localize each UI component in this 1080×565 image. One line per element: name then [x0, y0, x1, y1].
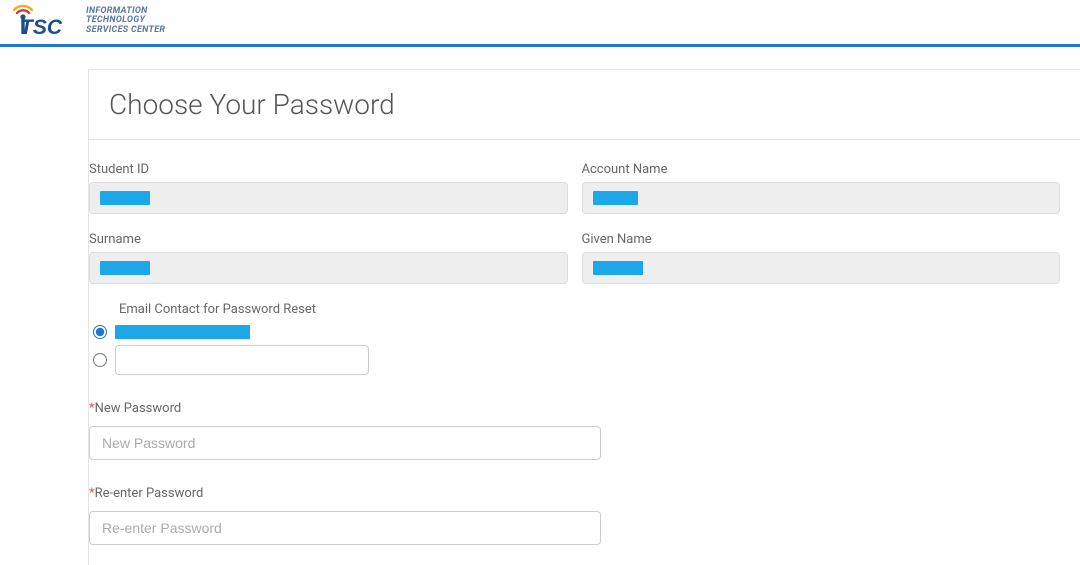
- email-contact-section: Email Contact for Password Reset: [89, 302, 1060, 375]
- given-name-group: Given Name: [582, 232, 1061, 284]
- new-password-input[interactable]: [89, 426, 601, 460]
- given-name-label: Given Name: [582, 232, 1061, 247]
- account-name-value: [582, 182, 1061, 214]
- svg-text:TSC: TSC: [20, 16, 63, 38]
- email-option-2-input[interactable]: [115, 345, 369, 375]
- student-id-value: [89, 182, 568, 214]
- account-name-label: Account Name: [582, 162, 1061, 177]
- student-id-group: Student ID: [89, 162, 568, 214]
- page-header: TSC INFORMATION TECHNOLOGY SERVICES CENT…: [0, 0, 1080, 47]
- panel-header: Choose Your Password: [89, 70, 1080, 140]
- reenter-password-group: *Re-enter Password: [89, 486, 1060, 545]
- email-option-2: [89, 345, 1060, 375]
- email-option-1-label-redacted: [115, 325, 250, 339]
- page-title: Choose Your Password: [109, 88, 1060, 121]
- student-id-label: Student ID: [89, 162, 568, 177]
- new-password-label: *New Password: [89, 401, 1060, 416]
- panel-body: Student ID Account Name Surname Give: [89, 140, 1080, 565]
- logo: TSC INFORMATION TECHNOLOGY SERVICES CENT…: [10, 4, 165, 38]
- email-option-2-radio[interactable]: [93, 353, 107, 367]
- redacted-value: [593, 191, 638, 205]
- logo-text: INFORMATION TECHNOLOGY SERVICES CENTER: [86, 7, 165, 35]
- new-password-group: *New Password: [89, 401, 1060, 460]
- email-option-1: [89, 325, 1060, 339]
- email-section-heading: Email Contact for Password Reset: [119, 302, 1060, 317]
- surname-value: [89, 252, 568, 284]
- account-name-group: Account Name: [582, 162, 1061, 214]
- surname-group: Surname: [89, 232, 568, 284]
- row-id-account: Student ID Account Name: [89, 162, 1060, 214]
- reenter-password-label-text: Re-enter Password: [95, 486, 204, 501]
- surname-label: Surname: [89, 232, 568, 247]
- redacted-value: [100, 261, 150, 275]
- redacted-value: [593, 261, 643, 275]
- redacted-value: [100, 191, 150, 205]
- given-name-value: [582, 252, 1061, 284]
- new-password-label-text: New Password: [95, 401, 182, 416]
- itsc-logo-icon: TSC: [10, 4, 80, 38]
- reenter-password-input[interactable]: [89, 511, 601, 545]
- email-option-1-radio[interactable]: [93, 325, 107, 339]
- form-panel: Choose Your Password Student ID Account …: [88, 69, 1080, 565]
- row-names: Surname Given Name: [89, 232, 1060, 284]
- reenter-password-label: *Re-enter Password: [89, 486, 1060, 501]
- logo-line-3: SERVICES CENTER: [86, 26, 165, 35]
